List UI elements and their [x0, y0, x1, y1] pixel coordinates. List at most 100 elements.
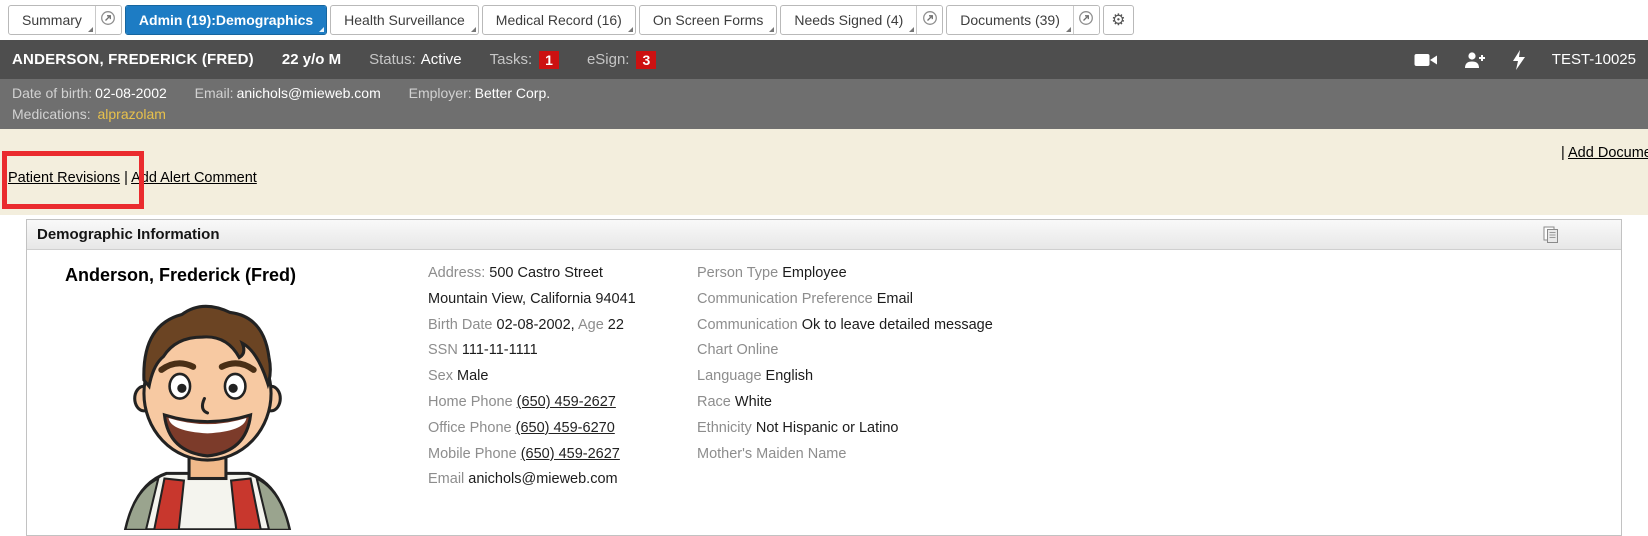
employer-value: Better Corp. — [475, 85, 550, 101]
field-label: Sex — [428, 368, 453, 384]
email-label: Email: — [195, 85, 234, 101]
tab-group-needs-signed: Needs Signed (4) — [780, 5, 943, 35]
field-row-address: Address: 500 Castro Street — [428, 261, 670, 287]
tab-group-summary: Summary — [8, 5, 122, 35]
esign-badge[interactable]: 3 — [636, 51, 656, 69]
tab-group-admin: Admin (19):Demographics — [125, 5, 327, 35]
email-value: anichols@mieweb.com — [237, 85, 381, 101]
panel-body: Anderson, Frederick (Fred) — [27, 250, 1621, 535]
field-row-mothers-maiden-name: Mother's Maiden Name — [697, 442, 1621, 468]
dob-group: Date of birth:02-08-2002 — [12, 85, 167, 101]
home-phone-link[interactable]: (650) 459-2627 — [517, 394, 616, 410]
field-row-ssn: SSN 111-11-1111 — [428, 338, 670, 364]
tab-on-screen-forms[interactable]: On Screen Forms — [640, 6, 776, 34]
popout-icon — [1078, 10, 1094, 31]
gear-icon: ⚙ — [1111, 10, 1125, 30]
tab-summary[interactable]: Summary — [9, 6, 95, 34]
popout-summary-button[interactable] — [95, 6, 121, 34]
field-value: White — [735, 394, 772, 410]
field-value: anichols@mieweb.com — [468, 471, 617, 487]
patient-identity-column: Anderson, Frederick (Fred) — [27, 250, 401, 535]
field-row-office-phone: Office Phone (650) 459-6270 — [428, 416, 670, 442]
add-document-link[interactable]: Add Document — [1568, 145, 1648, 161]
popout-documents-button[interactable] — [1073, 6, 1099, 34]
tab-group-medical-record: Medical Record (16) — [482, 5, 636, 35]
field-value: 22 — [608, 317, 624, 333]
field-row-mobile-phone: Mobile Phone (650) 459-2627 — [428, 442, 670, 468]
field-value: Mountain View, California 94041 — [428, 291, 636, 307]
popout-icon — [922, 10, 938, 31]
field-label: Mobile Phone — [428, 446, 517, 462]
patient-id: TEST-10025 — [1552, 51, 1636, 68]
field-value: 111-11-1111 — [462, 342, 538, 358]
video-visit-icon[interactable] — [1414, 52, 1438, 68]
tab-label: On Screen Forms — [653, 12, 763, 28]
patient-header-bar: ANDERSON, FREDERICK (FRED) 22 y/o M Stat… — [0, 40, 1648, 79]
field-label: Address: — [428, 265, 485, 281]
esign-label: eSign: — [587, 51, 630, 68]
tab-label: Admin (19):Demographics — [139, 12, 313, 28]
popout-needs-signed-button[interactable] — [916, 6, 942, 34]
field-label: Communication — [697, 317, 798, 333]
contact-info-column: Address: 500 Castro Street Mountain View… — [401, 250, 670, 535]
field-label: Chart Online — [697, 342, 778, 358]
tab-documents[interactable]: Documents (39) — [947, 6, 1073, 34]
settings-button[interactable]: ⚙ — [1103, 5, 1134, 35]
separator: | — [124, 170, 128, 186]
field-label: Language — [697, 368, 762, 384]
dob-label: Date of birth: — [12, 85, 92, 101]
patient-photo — [105, 294, 310, 535]
dob-value: 02-08-2002 — [95, 85, 167, 101]
tab-admin-demographics[interactable]: Admin (19):Demographics — [126, 6, 326, 34]
add-person-icon[interactable] — [1464, 51, 1486, 69]
report-document-icon[interactable] — [1543, 226, 1559, 247]
field-label: Birth Date — [428, 317, 492, 333]
tab-group-health-surveillance: Health Surveillance — [330, 5, 479, 35]
tab-health-surveillance[interactable]: Health Surveillance — [331, 6, 478, 34]
separator: | — [1561, 145, 1565, 161]
field-row-birth-date: Birth Date 02-08-2002, Age 22 — [428, 313, 670, 339]
field-row-race: Race White — [697, 390, 1621, 416]
mobile-phone-link[interactable]: (650) 459-2627 — [521, 446, 620, 462]
field-row-ethnicity: Ethnicity Not Hispanic or Latino — [697, 416, 1621, 442]
field-value: Not Hispanic or Latino — [756, 420, 899, 436]
status-value: Active — [421, 51, 462, 68]
chart-tab-bar: Summary Admin (19):Demographics Health S… — [0, 0, 1648, 40]
medications-value[interactable]: alprazolam — [97, 106, 165, 122]
patient-age-sex: 22 y/o M — [282, 51, 341, 68]
field-label: Home Phone — [428, 394, 513, 410]
field-row-communication-preference: Communication Preference Email — [697, 287, 1621, 313]
tab-medical-record[interactable]: Medical Record (16) — [483, 6, 635, 34]
office-phone-link[interactable]: (650) 459-6270 — [516, 420, 615, 436]
field-value: Employee — [782, 265, 846, 281]
field-label: Ethnicity — [697, 420, 752, 436]
field-value: Male — [457, 368, 488, 384]
field-row-person-type: Person Type Employee — [697, 261, 1621, 287]
field-value: 02-08-2002, — [497, 317, 575, 333]
lightning-bolt-icon[interactable] — [1512, 50, 1526, 70]
tasks-label: Tasks: — [490, 51, 533, 68]
patient-header-actions: TEST-10025 — [1414, 50, 1636, 70]
field-value: Email — [877, 291, 913, 307]
revision-links: Patient Revisions | Add Alert Comment — [8, 170, 257, 186]
tab-group-on-screen-forms: On Screen Forms — [639, 5, 777, 35]
action-links-strip: | Add Document Patient Revisions | Add A… — [0, 129, 1648, 215]
patient-display-name: Anderson, Frederick (Fred) — [65, 265, 401, 286]
field-row-sex: Sex Male — [428, 364, 670, 390]
tab-label: Summary — [22, 12, 82, 28]
demographics-panel: Demographic Information Anderson, Freder… — [26, 219, 1622, 536]
add-alert-comment-link[interactable]: Add Alert Comment — [131, 170, 257, 186]
tab-label: Medical Record (16) — [496, 12, 622, 28]
field-label: Office Phone — [428, 420, 512, 436]
field-label: Communication Preference — [697, 291, 873, 307]
field-row-email: Email anichols@mieweb.com — [428, 467, 670, 493]
field-row-chart-online: Chart Online — [697, 338, 1621, 364]
panel-title: Demographic Information — [37, 226, 220, 243]
popout-icon — [100, 10, 116, 31]
tab-label: Health Surveillance — [344, 12, 465, 28]
tab-needs-signed[interactable]: Needs Signed (4) — [781, 6, 916, 34]
patient-revisions-link[interactable]: Patient Revisions — [8, 170, 120, 186]
tasks-badge[interactable]: 1 — [539, 51, 559, 69]
info-line-1: Date of birth:02-08-2002 Email:anichols@… — [12, 83, 1636, 104]
info-line-2: Medications: alprazolam — [12, 104, 1636, 125]
